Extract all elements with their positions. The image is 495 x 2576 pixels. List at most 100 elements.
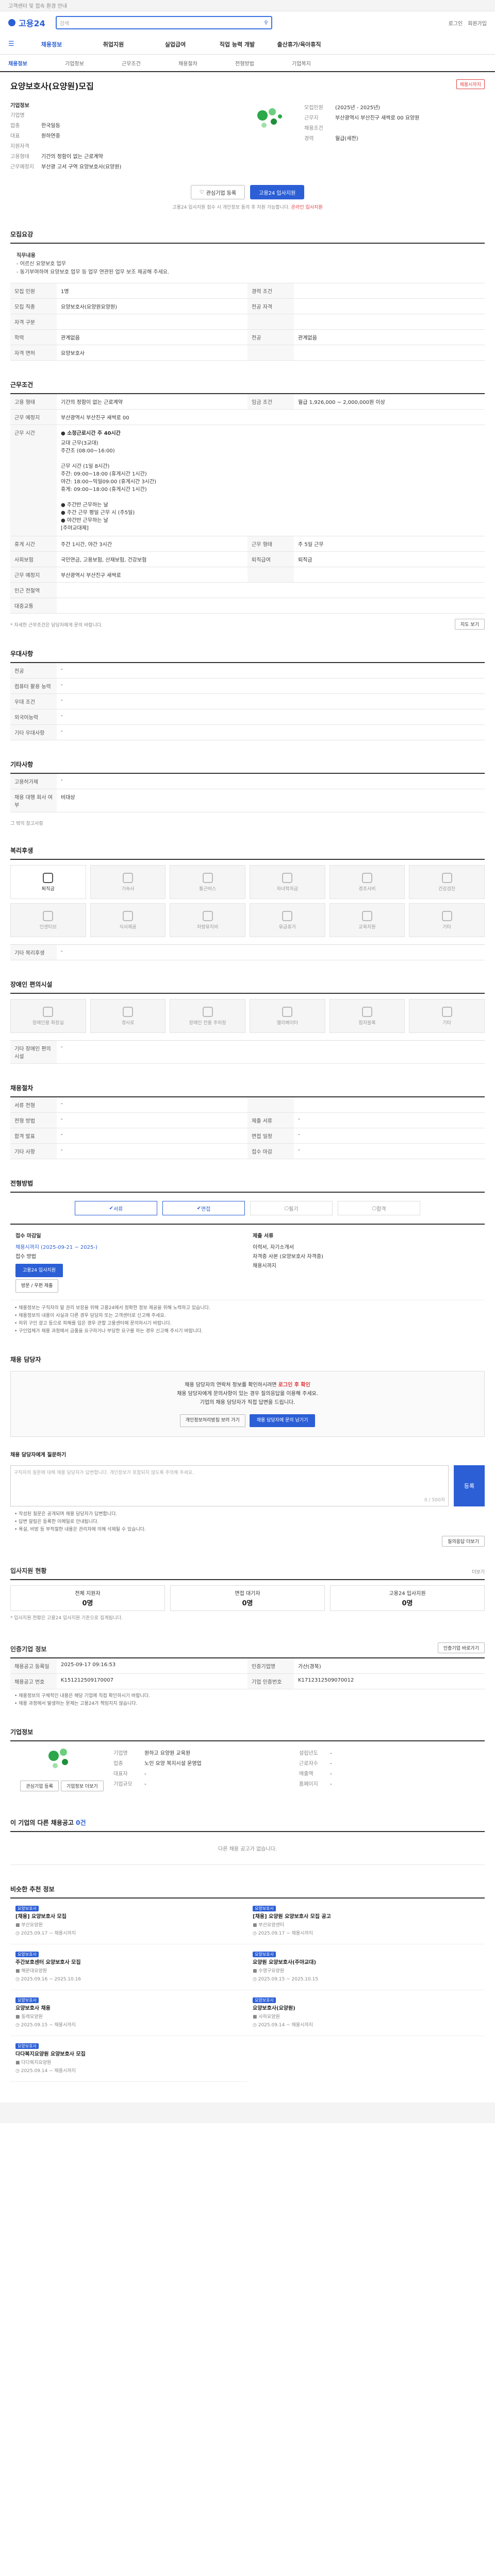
interest-button[interactable]: ♡ 관심기업 등록: [190, 185, 245, 199]
similar-item[interactable]: 요양보호사 [채용] 요양보호사 모집 ■ 부산요양원 ◷ 2025.09.17 ~ …: [10, 1899, 248, 1944]
method-step: ○ 필기: [250, 1201, 333, 1215]
similar-date: ◷ 2025.09.17 ~ 채용시까지: [253, 1931, 313, 1936]
similar-item[interactable]: 요양보호사 [채용] 요양원 요양보호사 모집 공고 ■ 부산요양센터 ◷ 2025.…: [248, 1899, 485, 1944]
apply-online-button[interactable]: 고용24 입사지원: [15, 1264, 63, 1277]
hours-line: 휴게: 09:00~18:00 (휴게시간 1시간): [61, 487, 147, 493]
qa-submit-button[interactable]: 등록: [454, 1465, 485, 1506]
table-header-cell: 퇴직급여: [248, 552, 294, 567]
similar-tag: 요양보호사: [15, 1952, 39, 1957]
table-cell: [294, 1097, 485, 1112]
similar-item[interactable]: 요양보호사 다다복지요양원 요양보호사 모집 ■ 다다복지요양원 ◷ 2025.09.…: [10, 2036, 248, 2082]
table-row: 학력 관계없음 전공 관계없음: [10, 330, 485, 345]
contact-inquiry-button[interactable]: 채용 담당자에 문의 남기기: [249, 1414, 316, 1427]
table-cell: 가산(경북): [298, 1664, 321, 1670]
similar-date: ◷ 2025.09.14 ~ 채용시까지: [15, 2069, 76, 2074]
status-more-link[interactable]: 더보기: [472, 1568, 485, 1575]
company-more-button[interactable]: 기업정보 더보기: [60, 1781, 104, 1791]
table-cell: 부산광역시 부산진구 새싹로: [61, 573, 121, 579]
similar-item[interactable]: 요양보호사 요양원 요양보호사(주야교대) ■ 수영구요양원 ◷ 2025.09.15…: [248, 1944, 485, 1990]
kv-key: 기업규모: [113, 1782, 133, 1787]
similar-tag-row: 요양보호사: [15, 1951, 242, 1959]
menu-icon[interactable]: ☰: [8, 40, 21, 48]
kv-row: 채용조건: [304, 124, 419, 134]
table-cell: -: [61, 1101, 63, 1107]
facility-icon: [441, 1006, 452, 1017]
hours-line: ● 야간반 근무하는 날: [61, 518, 108, 523]
company-interest-button[interactable]: 관심기업 등록: [20, 1781, 59, 1791]
search-icon[interactable]: ⚲: [264, 20, 268, 26]
table-cell: K1712312509070012: [298, 1677, 354, 1683]
table-header-cell: 사회보험: [10, 552, 57, 567]
apply-note: • 구인업체가 채용 과정에서 금품을 요구하거나 부당한 요구를 하는 경우 …: [14, 1329, 203, 1334]
site-header: 고용24 검색 ⚲ 로그인 회원가입: [0, 11, 495, 34]
kv-value: 부산광역시 부산진구 새싹로 00 요양원: [335, 115, 420, 121]
tab-company[interactable]: 기업정보: [65, 59, 122, 67]
similar-tag: 요양보호사: [15, 1906, 39, 1911]
apply-mail-button[interactable]: 방문 / 우편 제출: [15, 1279, 59, 1293]
apply-button[interactable]: 고용24 입사지원: [250, 185, 305, 199]
tab-welfare[interactable]: 기업복지: [292, 59, 349, 67]
kv-value: 원하연중: [41, 133, 60, 139]
table-cell: 퇴직금: [298, 557, 312, 563]
method-label: 접수 방법: [15, 1254, 36, 1260]
similar-company: ■ 부산요양원: [15, 1923, 43, 1928]
top-notice-bar: 고객센터 및 접속 환경 안내: [0, 0, 495, 11]
table-row: 컴퓨터 활용 능력 -: [10, 679, 485, 694]
facility-label: 장애인 전용 주차장: [189, 1020, 226, 1026]
company-logo-small-icon: [46, 1749, 77, 1773]
table-cell: 주간 1시간, 야간 3시간: [61, 542, 112, 548]
qa-textarea[interactable]: 구직자의 질문에 대해 채용 담당자가 답변합니다. 개인정보가 포함되지 않도…: [10, 1465, 449, 1506]
kv-key: 업종: [10, 123, 20, 129]
similar-tag: 요양보호사: [253, 1952, 276, 1957]
table-cell: -: [298, 1116, 300, 1122]
table-row: 대중교통: [10, 598, 485, 614]
tab-method[interactable]: 전형방법: [235, 59, 292, 67]
site-logo[interactable]: 고용24: [8, 16, 45, 29]
section-welfare-title: 복리후생: [10, 847, 34, 854]
kv-key: 모집인원: [304, 105, 323, 111]
facility-label: 장애인용 화장실: [32, 1020, 64, 1026]
qa-title: 채용 담당자에게 질문하기: [10, 1452, 67, 1458]
info-note: • 채용정보의 구체적인 내용은 해당 기업에 직접 확인하시기 바랍니다.: [14, 1693, 150, 1699]
table-cell: 월급 1,926,000 ~ 2,000,000원 이상: [298, 400, 385, 405]
tab-process[interactable]: 채용절차: [178, 59, 235, 67]
gnb-unemployment[interactable]: 실업급여: [144, 40, 206, 48]
table-header-cell: 전공 자격: [248, 299, 294, 314]
info-link-button[interactable]: 인증기업 바로가기: [437, 1642, 485, 1653]
table-cell: [294, 299, 485, 314]
table-header-cell: [248, 567, 294, 582]
table-header-cell: 외국어능력: [10, 709, 57, 724]
welfare-label: 통근버스: [199, 886, 217, 892]
status-card-value: 0명: [242, 1600, 253, 1607]
tab-job[interactable]: 채용정보: [8, 59, 65, 67]
similar-item[interactable]: 요양보호사 요양보호사(요양원) ■ 사하요양원 ◷ 2025.09.14 ~ 채용시…: [248, 1990, 485, 2036]
contact-box: 채용 담당자의 연락처 정보를 확인하시려면 로그인 후 확인 채용 담당자에게…: [10, 1371, 485, 1437]
map-button[interactable]: 지도 보기: [455, 619, 485, 630]
table-header-cell: 근무 형태: [248, 536, 294, 551]
heart-icon: ♡: [199, 189, 204, 195]
welfare-grid: 퇴직금 기숙사 통근버스 자녀학자금 경조사비 건강검진 인센티브 식사제공 차량유지비 유급휴가…: [10, 859, 485, 937]
kv-key: 근무지: [304, 115, 319, 121]
login-link[interactable]: 로그인: [449, 19, 463, 27]
similar-item[interactable]: 요양보호사 주간보호센터 요양보호사 모집 ■ 해운대요양원 ◷ 2025.09.16…: [10, 1944, 248, 1990]
kv-row: 근무예정지 부산광 고서 구역 요양보호사(요양원): [10, 162, 237, 173]
join-link[interactable]: 회원가입: [468, 19, 487, 27]
tab-conditions[interactable]: 근무조건: [122, 59, 178, 67]
search-input[interactable]: 검색 ⚲: [55, 16, 272, 29]
welfare-item: 기타: [409, 903, 485, 937]
gnb-support[interactable]: 취업지원: [82, 40, 144, 48]
qa-more-button[interactable]: 질의응답 더보기: [442, 1536, 485, 1547]
table-header-cell: 자격 면허: [10, 345, 57, 360]
similar-company: ■ 사하요양원: [253, 2014, 280, 2020]
table-header-cell: 우대 조건: [10, 694, 57, 709]
similar-company: ■ 부산요양센터: [253, 1923, 285, 1928]
similar-item[interactable]: 요양보호사 요양보호사 채용 ■ 동래요양원 ◷ 2025.09.15 ~ 채용시까지: [10, 1990, 248, 2036]
welfare-item: 건강검진: [409, 865, 485, 899]
status-card: 전체 지원자 0명: [10, 1585, 165, 1611]
table-row: 합격 발표 - 면접 일정 -: [10, 1128, 485, 1144]
gnb-jobs[interactable]: 채용정보: [21, 40, 82, 48]
privacy-button[interactable]: 개인정보처리방침 보러 가기: [179, 1414, 245, 1427]
gnb-training[interactable]: 직업 능력 개발: [206, 40, 268, 48]
status-card-value: 0명: [402, 1600, 413, 1607]
gnb-leave[interactable]: 출산휴가/육아휴직: [268, 40, 330, 48]
